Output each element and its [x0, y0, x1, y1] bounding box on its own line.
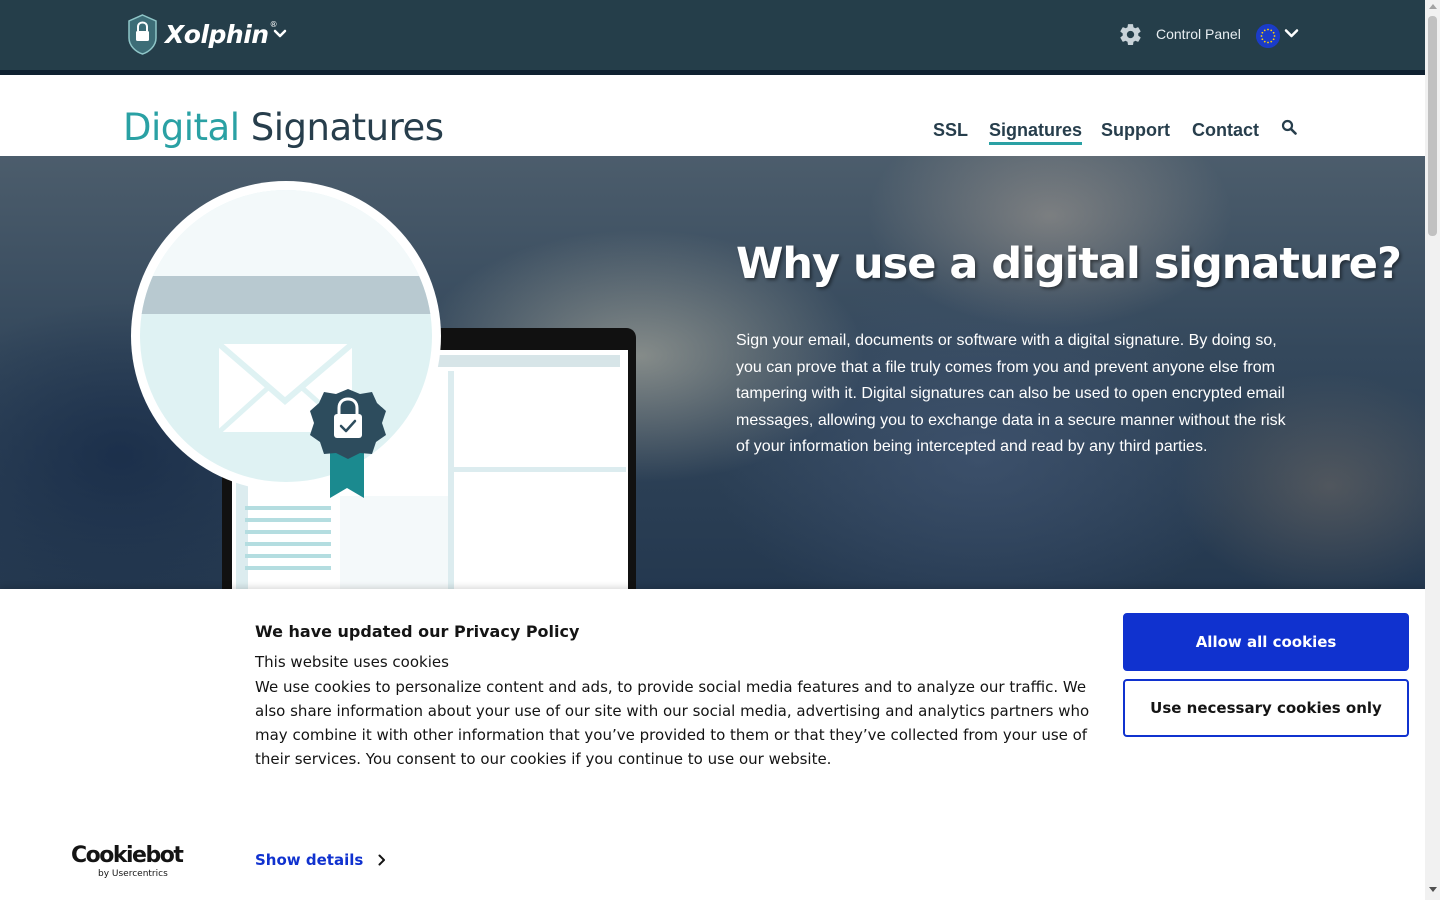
- scroll-down-arrow-icon[interactable]: [1429, 887, 1437, 892]
- search-icon[interactable]: [1281, 119, 1297, 135]
- control-panel-link[interactable]: Control Panel: [1156, 26, 1241, 42]
- page-title-part1: Digital: [123, 106, 240, 149]
- necessary-cookies-only-button[interactable]: Use necessary cookies only: [1123, 679, 1409, 737]
- cookie-banner-subtitle: This website uses cookies: [255, 653, 449, 671]
- chevron-right-icon: [378, 854, 386, 866]
- hero-title: Why use a digital signature?: [736, 239, 1402, 289]
- nav-item-support[interactable]: Support: [1101, 120, 1170, 141]
- allow-all-cookies-button[interactable]: Allow all cookies: [1123, 613, 1409, 671]
- nav-item-contact[interactable]: Contact: [1192, 120, 1259, 141]
- scroll-up-arrow-icon[interactable]: [1429, 4, 1437, 9]
- cookiebot-logo[interactable]: Cookiebot by Usercentrics: [71, 843, 184, 880]
- show-details-link[interactable]: Show details: [255, 851, 387, 869]
- nav-item-ssl[interactable]: SSL: [933, 120, 968, 141]
- hero-body-text: Sign your email, documents or software w…: [736, 332, 1286, 455]
- gear-icon[interactable]: [1118, 22, 1143, 47]
- brand-name: Xolphin: [165, 20, 269, 49]
- shield-lock-icon: [128, 14, 157, 55]
- brand-logo[interactable]: Xolphin®: [127, 14, 278, 55]
- show-details-label: Show details: [255, 851, 364, 869]
- eu-flag-icon[interactable]: [1256, 24, 1280, 48]
- cookie-banner-title: We have updated our Privacy Policy: [255, 622, 580, 641]
- scrollbar-thumb[interactable]: [1428, 16, 1437, 236]
- chevron-down-icon[interactable]: [273, 27, 287, 41]
- nav-item-signatures[interactable]: Signatures: [989, 120, 1083, 145]
- page-title: Digital Signatures: [123, 106, 444, 149]
- cookiebot-logo-text: Cookiebot: [71, 843, 184, 868]
- language-chevron-icon[interactable]: [1284, 26, 1299, 41]
- signed-email-illustration: [131, 181, 636, 589]
- cookie-consent-banner: We have updated our Privacy Policy This …: [0, 589, 1425, 900]
- page-title-part2: Signatures: [250, 106, 444, 149]
- cookiebot-logo-subtext: by Usercentrics: [98, 869, 168, 879]
- hero-section: Why use a digital signature? Sign your e…: [0, 156, 1425, 589]
- page-scrollbar[interactable]: [1425, 0, 1440, 900]
- cookie-banner-text: We use cookies to personalize content an…: [255, 678, 1090, 768]
